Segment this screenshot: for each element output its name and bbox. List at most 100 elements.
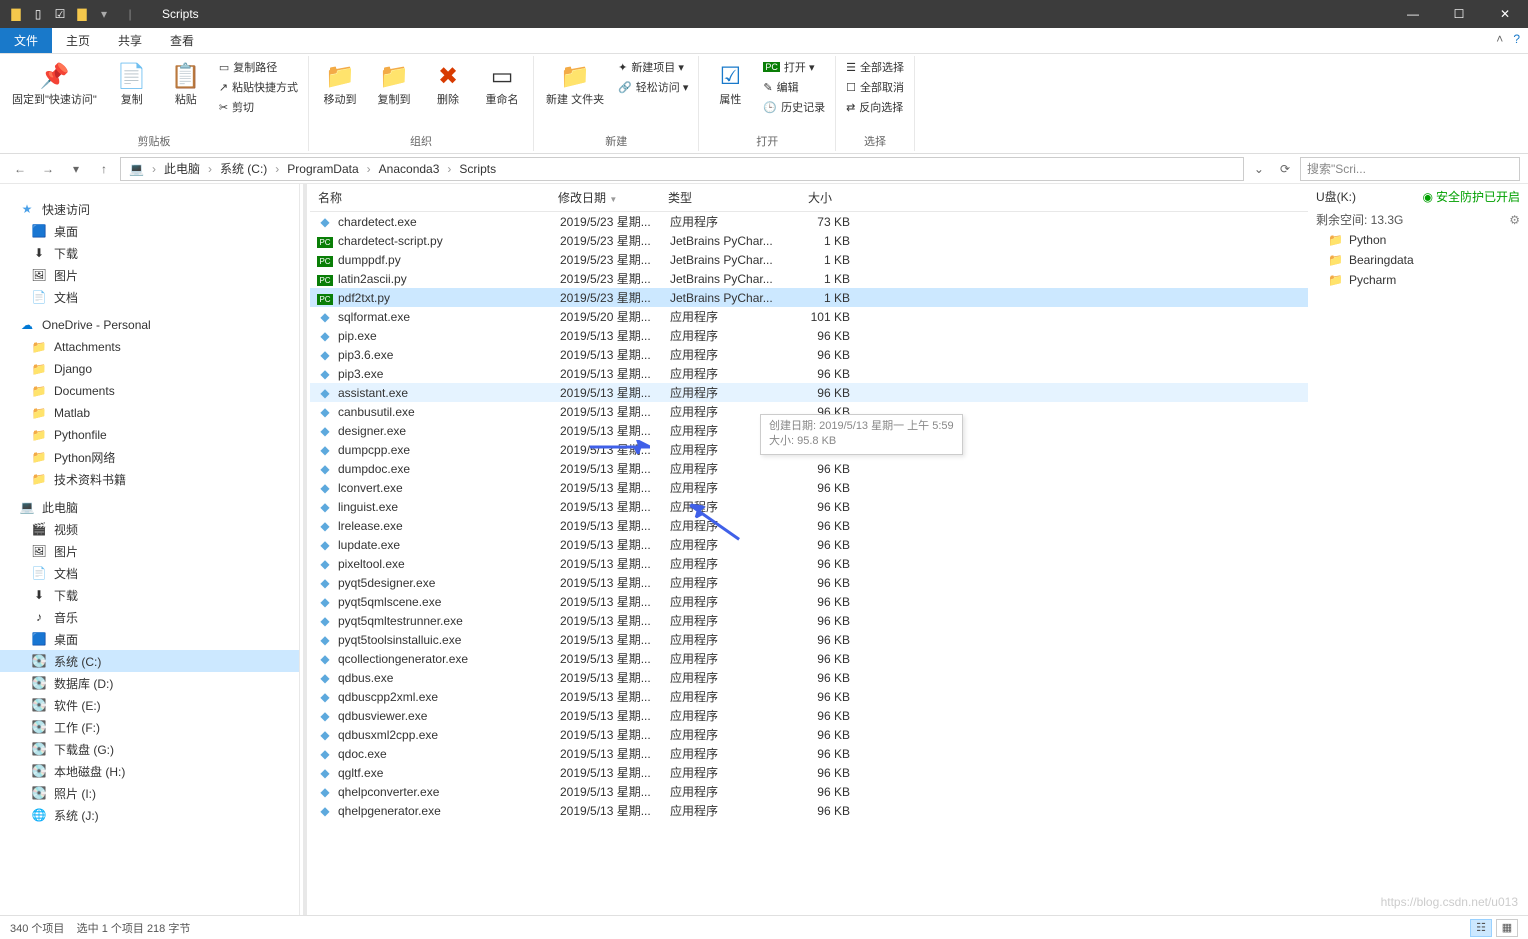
crumb-pc[interactable]: 此电脑 (160, 160, 204, 177)
easyaccess-button[interactable]: 🔗轻松访问 ▾ (614, 78, 692, 96)
qat-btn[interactable]: ▯ (30, 6, 46, 22)
table-row[interactable]: ◆qhelpgenerator.exe2019/5/13 星期...应用程序96… (310, 801, 1308, 820)
cut-button[interactable]: ✂剪切 (215, 98, 302, 116)
nav-item[interactable]: 📁技术资料书籍 (0, 468, 299, 490)
pin-button[interactable]: 📌固定到"快速访问" (6, 58, 103, 109)
nav-item[interactable]: 📁Matlab (0, 402, 299, 424)
tab-home[interactable]: 主页 (52, 28, 104, 53)
table-row[interactable]: ◆pyqt5qmltestrunner.exe2019/5/13 星期...应用… (310, 611, 1308, 630)
qat-dropdown-icon[interactable]: ▾ (96, 6, 112, 22)
table-row[interactable]: ◆pip3.exe2019/5/13 星期...应用程序96 KB (310, 364, 1308, 383)
help-icon[interactable]: ? (1513, 32, 1520, 46)
paste-button[interactable]: 📋粘贴 (161, 58, 211, 109)
nav-item[interactable]: 💽系统 (C:) (0, 650, 299, 672)
tab-view[interactable]: 查看 (156, 28, 208, 53)
nav-item[interactable]: 🌐系统 (J:) (0, 804, 299, 826)
table-row[interactable]: ◆chardetect.exe2019/5/23 星期...应用程序73 KB (310, 212, 1308, 231)
close-button[interactable]: ✕ (1482, 0, 1528, 28)
properties-button[interactable]: ☑属性 (705, 58, 755, 109)
pane-divider[interactable] (300, 184, 310, 915)
rp-folder[interactable]: 📁Pycharm (1308, 270, 1528, 290)
history-button[interactable]: 🕒历史记录 (759, 98, 829, 116)
gear-icon[interactable]: ⚙ (1509, 213, 1520, 227)
nav-item[interactable]: 🎬视频 (0, 518, 299, 540)
table-row[interactable]: ◆linguist.exe2019/5/13 星期...应用程序96 KB (310, 497, 1308, 516)
table-row[interactable]: ◆pip3.6.exe2019/5/13 星期...应用程序96 KB (310, 345, 1308, 364)
edit-button[interactable]: ✎编辑 (759, 78, 829, 96)
delete-button[interactable]: ✖删除 (423, 58, 473, 109)
table-row[interactable]: ◆pyqt5designer.exe2019/5/13 星期...应用程序96 … (310, 573, 1308, 592)
rp-folder[interactable]: 📁Python (1308, 230, 1528, 250)
nav-item[interactable]: 🟦桌面 (0, 628, 299, 650)
nav-item[interactable]: ⬇下载 (0, 242, 299, 264)
newfolder-button[interactable]: 📁新建 文件夹 (540, 58, 610, 109)
refresh-button[interactable]: ⟳ (1274, 162, 1296, 176)
minimize-button[interactable]: — (1390, 0, 1436, 28)
table-row[interactable]: PClatin2ascii.py2019/5/23 星期...JetBrains… (310, 269, 1308, 288)
back-button[interactable]: ← (8, 157, 32, 181)
table-row[interactable]: ◆pyqt5toolsinstalluic.exe2019/5/13 星期...… (310, 630, 1308, 649)
tab-file[interactable]: 文件 (0, 28, 52, 53)
collapse-ribbon-icon[interactable]: ˄ (1496, 32, 1503, 46)
nav-item[interactable]: 📄文档 (0, 562, 299, 584)
recent-button[interactable]: ▾ (64, 157, 88, 181)
nav-item[interactable]: ★快速访问 (0, 198, 299, 220)
table-row[interactable]: ◆qdoc.exe2019/5/13 星期...应用程序96 KB (310, 744, 1308, 763)
copy-button[interactable]: 📄复制 (107, 58, 157, 109)
crumb-p2[interactable]: Anaconda3 (375, 162, 444, 176)
view-details-button[interactable]: ☷ (1470, 919, 1492, 937)
table-row[interactable]: ◆assistant.exe2019/5/13 星期...应用程序96 KB (310, 383, 1308, 402)
table-row[interactable]: PCdumppdf.py2019/5/23 星期...JetBrains PyC… (310, 250, 1308, 269)
nav-item[interactable]: ⬇下载 (0, 584, 299, 606)
rename-button[interactable]: ▭重命名 (477, 58, 527, 109)
view-icons-button[interactable]: ▦ (1496, 919, 1518, 937)
table-row[interactable]: ◆qcollectiongenerator.exe2019/5/13 星期...… (310, 649, 1308, 668)
breadcrumb[interactable]: 💻 › 此电脑 › 系统 (C:) › ProgramData › Anacon… (120, 157, 1244, 181)
table-row[interactable]: ◆qgltf.exe2019/5/13 星期...应用程序96 KB (310, 763, 1308, 782)
table-row[interactable]: ◆qhelpconverter.exe2019/5/13 星期...应用程序96… (310, 782, 1308, 801)
table-row[interactable]: ◆dumpdoc.exe2019/5/13 星期...应用程序96 KB (310, 459, 1308, 478)
nav-item[interactable]: 🟦桌面 (0, 220, 299, 242)
copyto-button[interactable]: 📁复制到 (369, 58, 419, 109)
nav-item[interactable]: 📄文档 (0, 286, 299, 308)
selectall-button[interactable]: ☰全部选择 (842, 58, 908, 76)
forward-button[interactable]: → (36, 157, 60, 181)
table-row[interactable]: ◆lupdate.exe2019/5/13 星期...应用程序96 KB (310, 535, 1308, 554)
col-size[interactable]: 大小 (770, 185, 840, 210)
table-row[interactable]: ◆qdbus.exe2019/5/13 星期...应用程序96 KB (310, 668, 1308, 687)
tab-share[interactable]: 共享 (104, 28, 156, 53)
nav-item[interactable]: 🖼图片 (0, 540, 299, 562)
table-row[interactable]: ◆pyqt5qmlscene.exe2019/5/13 星期...应用程序96 … (310, 592, 1308, 611)
table-row[interactable]: ◆pip.exe2019/5/13 星期...应用程序96 KB (310, 326, 1308, 345)
crumb-c[interactable]: 系统 (C:) (216, 160, 271, 177)
col-date[interactable]: 修改日期 ▼ (550, 185, 660, 210)
invert-button[interactable]: ⇄反向选择 (842, 98, 908, 116)
breadcrumb-dropdown[interactable]: ⌄ (1248, 162, 1270, 176)
maximize-button[interactable]: ☐ (1436, 0, 1482, 28)
drive-label[interactable]: U盘(K:) (1316, 188, 1356, 205)
table-row[interactable]: ◆pixeltool.exe2019/5/13 星期...应用程序96 KB (310, 554, 1308, 573)
table-row[interactable]: ◆qdbusviewer.exe2019/5/13 星期...应用程序96 KB (310, 706, 1308, 725)
col-name[interactable]: 名称 (310, 185, 550, 210)
nav-item[interactable]: 📁Pythonfile (0, 424, 299, 446)
moveto-button[interactable]: 📁移动到 (315, 58, 365, 109)
nav-item[interactable]: 📁Attachments (0, 336, 299, 358)
table-row[interactable]: ◆qdbusxml2cpp.exe2019/5/13 星期...应用程序96 K… (310, 725, 1308, 744)
table-row[interactable]: PCpdf2txt.py2019/5/23 星期...JetBrains PyC… (310, 288, 1308, 307)
open-button[interactable]: PC打开 ▾ (759, 58, 829, 76)
nav-item[interactable]: 💽下载盘 (G:) (0, 738, 299, 760)
crumb-p1[interactable]: ProgramData (283, 162, 362, 176)
table-row[interactable]: PCchardetect-script.py2019/5/23 星期...Jet… (310, 231, 1308, 250)
copypath-button[interactable]: ▭复制路径 (215, 58, 302, 76)
newitem-button[interactable]: ✦新建项目 ▾ (614, 58, 692, 76)
table-row[interactable]: ◆qdbuscpp2xml.exe2019/5/13 星期...应用程序96 K… (310, 687, 1308, 706)
nav-item[interactable]: 💻此电脑 (0, 496, 299, 518)
search-input[interactable]: 搜索"Scri... (1300, 157, 1520, 181)
qat-check-icon[interactable]: ☑ (52, 6, 68, 22)
rp-folder[interactable]: 📁Bearingdata (1308, 250, 1528, 270)
nav-item[interactable]: 💽数据库 (D:) (0, 672, 299, 694)
nav-item[interactable]: ☁OneDrive - Personal (0, 314, 299, 336)
table-row[interactable]: ◆lrelease.exe2019/5/13 星期...应用程序96 KB (310, 516, 1308, 535)
up-button[interactable]: ↑ (92, 157, 116, 181)
selectnone-button[interactable]: ☐全部取消 (842, 78, 908, 96)
